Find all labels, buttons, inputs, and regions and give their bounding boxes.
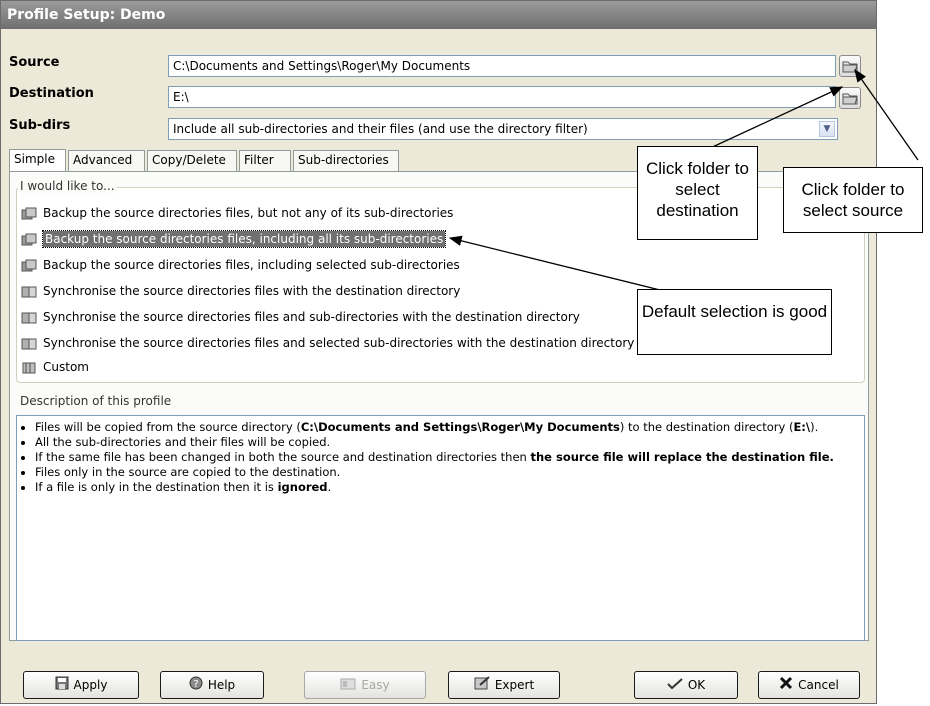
callout-default: Default selection is good [637, 289, 832, 355]
arrow-to-source-folder [854, 68, 919, 161]
callout-destination: Click folder to select destination [637, 146, 758, 240]
callout-source: Click folder to select source [783, 167, 923, 233]
arrow-to-default-selection [448, 235, 661, 291]
arrow-to-destination-folder [705, 86, 844, 151]
